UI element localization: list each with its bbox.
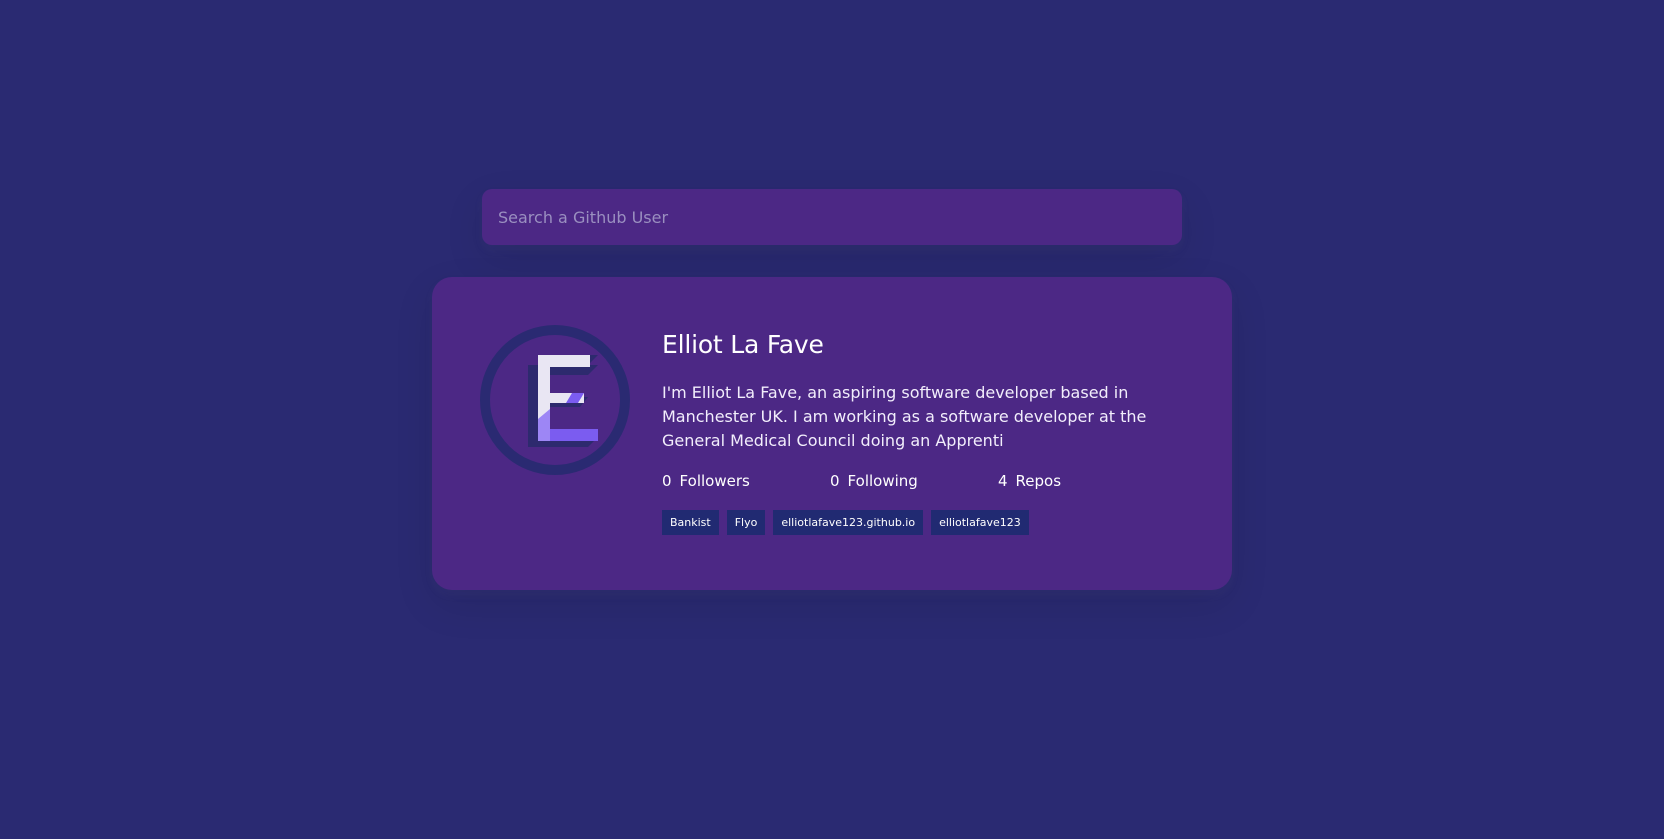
repo-link-flyo[interactable]: Flyo — [726, 510, 766, 535]
following-count: 0 — [830, 472, 840, 490]
search-input[interactable] — [482, 189, 1182, 245]
avatar — [480, 325, 630, 475]
user-info: Elliot La Fave I'm Elliot La Fave, an as… — [662, 325, 1184, 542]
followers-label: Followers — [679, 472, 750, 490]
user-name: Elliot La Fave — [662, 330, 824, 359]
repo-list: Bankist Flyo elliotlafave123.github.io e… — [662, 510, 1184, 543]
repos-label: Repos — [1015, 472, 1062, 490]
following-label: Following — [847, 472, 918, 490]
search-form — [482, 189, 1182, 245]
repo-link-github-io[interactable]: elliotlafave123.github.io — [773, 510, 924, 535]
followers-stat: 0 Followers — [662, 470, 830, 492]
letter-e-logo-icon — [528, 355, 598, 447]
user-stats: 0 Followers 0 Following 4 Repos — [662, 470, 1184, 492]
following-stat: 0 Following — [830, 470, 998, 492]
profile-card: Elliot La Fave I'm Elliot La Fave, an as… — [432, 277, 1232, 590]
repo-link-elliotlafave123[interactable]: elliotlafave123 — [931, 510, 1029, 535]
repo-link-bankist[interactable]: Bankist — [662, 510, 719, 535]
repos-count: 4 — [998, 472, 1008, 490]
followers-count: 0 — [662, 472, 672, 490]
user-bio: I'm Elliot La Fave, an aspiring software… — [662, 383, 1147, 450]
repos-stat: 4 Repos — [998, 470, 1166, 492]
